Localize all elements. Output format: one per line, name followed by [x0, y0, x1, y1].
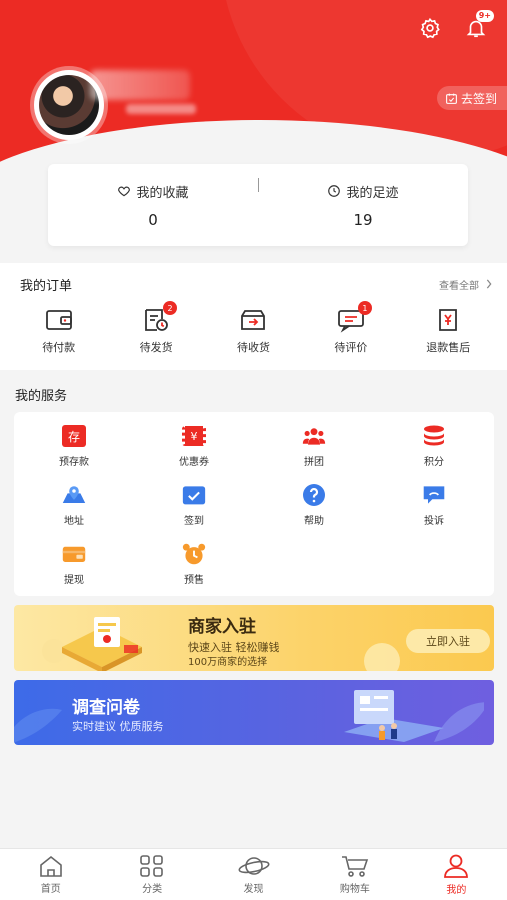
- notification-bell-icon[interactable]: 9+: [462, 10, 494, 42]
- tab-cart[interactable]: 购物车: [304, 849, 405, 900]
- sign-in-button[interactable]: 去签到: [436, 86, 507, 110]
- sign-in-label: 去签到: [460, 91, 497, 106]
- service-label: 拼团: [304, 457, 324, 468]
- help-icon: [303, 484, 325, 506]
- order-badge: 2: [163, 301, 178, 315]
- service-label: 签到: [184, 516, 204, 527]
- settings-icon[interactable]: [416, 14, 444, 42]
- favorites-label: 我的收藏: [136, 185, 189, 201]
- service-label: 帮助: [304, 516, 324, 527]
- complaint-icon: [423, 486, 445, 504]
- leaf-decoration: [14, 708, 62, 743]
- order-pending-review[interactable]: 1 待评价: [306, 301, 396, 355]
- service-label: 提现: [64, 575, 84, 586]
- service-withdraw[interactable]: 提现: [14, 542, 134, 601]
- stats-divider: [258, 178, 259, 192]
- tab-me[interactable]: 我的: [406, 849, 507, 900]
- service-label: 预售: [184, 575, 204, 586]
- service-deposit[interactable]: 存 预存款: [14, 424, 134, 483]
- tab-label: 购物车: [339, 883, 370, 895]
- services-card: 存 预存款 ¥ 优惠券 拼团 积分 地址 签到 帮助 投诉 提现 预售: [14, 412, 494, 596]
- tab-label: 发现: [243, 883, 264, 895]
- join-now-button[interactable]: 立即入驻: [406, 629, 490, 653]
- favorites-count: 0: [148, 210, 158, 229]
- service-help[interactable]: 帮助: [254, 483, 374, 542]
- service-group[interactable]: 拼团: [254, 424, 374, 483]
- bottom-tab-bar: 首页 分类 发现 购物车 我的: [0, 848, 507, 900]
- planet-icon: [238, 856, 270, 875]
- orders-title: 我的订单: [20, 278, 73, 294]
- category-icon: [140, 854, 163, 877]
- user-icon: [444, 854, 469, 878]
- service-complaint[interactable]: 投诉: [374, 483, 494, 542]
- service-points[interactable]: 积分: [374, 424, 494, 483]
- tab-label: 分类: [142, 883, 163, 895]
- survey-illustration: [344, 690, 484, 742]
- view-all-label: 查看全部: [439, 280, 479, 292]
- favorites-stat[interactable]: 我的收藏 0: [48, 164, 258, 246]
- clock-icon: [328, 185, 341, 197]
- service-label: 投诉: [424, 516, 444, 527]
- coupon-icon: ¥: [182, 424, 206, 448]
- notification-badge: 9+: [475, 10, 494, 22]
- survey-subtitle: 实时建议 优质服务: [72, 720, 164, 733]
- order-pending-payment[interactable]: 待付款: [14, 307, 104, 355]
- order-badge: 1: [357, 301, 372, 315]
- heart-icon: [118, 186, 131, 197]
- wallet-icon: [45, 310, 72, 330]
- survey-banner[interactable]: 调查问卷 实时建议 优质服务: [14, 680, 494, 745]
- merchant-decoration: [364, 643, 400, 671]
- order-label: 待付款: [42, 341, 76, 354]
- service-checkin[interactable]: 签到: [134, 483, 254, 542]
- survey-title: 调查问卷: [72, 698, 140, 718]
- username-blurred: [90, 70, 190, 100]
- tab-label: 首页: [40, 883, 61, 895]
- refund-icon: [439, 309, 458, 331]
- checkin-icon: [182, 486, 206, 505]
- order-label: 待收货: [236, 341, 270, 354]
- view-all-orders-link[interactable]: 查看全部: [439, 277, 493, 292]
- cart-icon: [341, 855, 369, 877]
- stats-card: 我的收藏 0 我的足迹 19: [48, 164, 468, 246]
- coupon-glyph: ¥: [182, 426, 206, 446]
- merchant-title: 商家入驻: [188, 617, 256, 637]
- tab-home[interactable]: 首页: [0, 849, 101, 900]
- orders-section: 我的订单 查看全部 待付款 2 待发货 待收货 1 待评价 退款售后: [0, 263, 507, 370]
- deposit-glyph: 存: [62, 425, 86, 447]
- points-icon: [424, 425, 444, 446]
- order-label: 待发货: [139, 341, 173, 354]
- service-label: 积分: [424, 457, 444, 468]
- service-coupon[interactable]: ¥ 优惠券: [134, 424, 254, 483]
- order-pending-shipment[interactable]: 2 待发货: [111, 301, 201, 355]
- service-address[interactable]: 地址: [14, 483, 134, 542]
- tab-category[interactable]: 分类: [101, 849, 202, 900]
- service-label: 地址: [64, 516, 84, 527]
- chevron-right-icon: [486, 279, 492, 289]
- footprints-count: 19: [353, 210, 373, 229]
- order-label: 退款售后: [426, 341, 471, 354]
- merchant-illustration: [42, 617, 142, 671]
- merchant-join-banner[interactable]: 商家入驻 快速入驻 轻松赚钱 100万商家的选择 立即入驻: [14, 605, 494, 671]
- tab-discover[interactable]: 发现: [203, 849, 304, 900]
- service-label: 预存款: [59, 457, 89, 468]
- map-icon: [62, 486, 86, 503]
- order-refund[interactable]: 退款售后: [403, 307, 493, 355]
- footprints-stat[interactable]: 我的足迹 19: [258, 164, 468, 246]
- merchant-subtitle-2: 100万商家的选择: [188, 657, 268, 668]
- tab-label: 我的: [446, 884, 467, 896]
- home-icon: [39, 855, 62, 877]
- footprints-label: 我的足迹: [346, 185, 399, 201]
- service-presale[interactable]: 预售: [134, 542, 254, 601]
- alarm-clock-icon: [182, 543, 206, 565]
- order-pending-receipt[interactable]: 待收货: [208, 307, 298, 355]
- withdraw-icon: [62, 546, 86, 562]
- group-icon: [302, 428, 326, 445]
- order-label: 待评价: [334, 341, 368, 354]
- deposit-icon: 存: [62, 424, 86, 448]
- calendar-check-icon: [446, 93, 457, 104]
- service-label: 优惠券: [179, 457, 209, 468]
- services-title: 我的服务: [15, 389, 68, 404]
- truck-box-icon: [241, 310, 266, 330]
- user-subtitle-blurred: [126, 104, 196, 114]
